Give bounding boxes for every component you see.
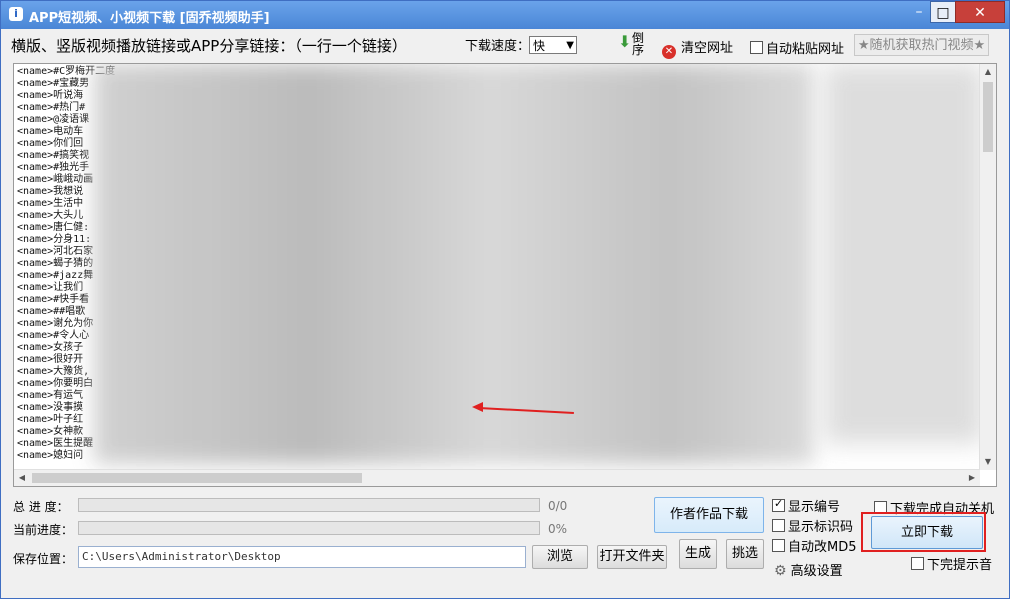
checkbox-box bbox=[772, 497, 785, 512]
annotation-arrow-icon bbox=[472, 402, 483, 412]
total-progress-text: 0/0 bbox=[548, 499, 568, 513]
checkbox-box bbox=[911, 557, 924, 570]
show-number-label: 显示编号 bbox=[788, 500, 841, 515]
clear-urls-button[interactable]: ✕ 清空网址 bbox=[662, 37, 733, 59]
clear-urls-label: 清空网址 bbox=[681, 41, 734, 56]
scroll-left-icon[interactable]: ◀ bbox=[14, 470, 30, 486]
blurred-region bbox=[94, 64, 814, 464]
total-progress-label: 总 进 度： bbox=[13, 500, 69, 514]
checkbox-box bbox=[750, 41, 763, 54]
open-folder-button[interactable]: 打开文件夹 bbox=[597, 545, 667, 569]
speed-select[interactable]: 快 ▼ bbox=[529, 36, 577, 54]
scroll-up-icon[interactable]: ▲ bbox=[980, 64, 996, 80]
app-icon: i bbox=[9, 7, 23, 21]
minimize-button[interactable]: – bbox=[907, 1, 931, 23]
auto-md5-label: 自动改MD5 bbox=[788, 540, 857, 555]
chevron-down-icon: ▼ bbox=[566, 40, 574, 51]
save-path-input[interactable]: C:\Users\Administrator\Desktop bbox=[78, 546, 526, 568]
maximize-button[interactable]: □ bbox=[930, 1, 956, 23]
show-number-checkbox[interactable]: 显示编号 bbox=[772, 496, 840, 515]
close-button[interactable]: ✕ bbox=[955, 1, 1005, 23]
auto-md5-checkbox[interactable]: 自动改MD5 bbox=[772, 536, 857, 555]
blurred-region-right bbox=[824, 64, 984, 444]
checkbox-box bbox=[772, 519, 785, 532]
total-progress-bar bbox=[78, 498, 540, 512]
scroll-right-icon[interactable]: ▶ bbox=[964, 470, 980, 486]
current-progress-text: 0% bbox=[548, 522, 568, 536]
highlight-frame bbox=[861, 512, 986, 552]
links-label: 横版、竖版视频播放链接或APP分享链接：（一行一个链接） bbox=[11, 37, 407, 55]
vertical-scroll-thumb[interactable] bbox=[983, 82, 993, 152]
links-textarea[interactable]: <name>#C罗梅开二度 <name>#宝藏男 <name>听说海 <name>#热… bbox=[13, 63, 997, 487]
window-title: APP短视频、小视频下载 [固乔视频助手] bbox=[29, 11, 270, 26]
auto-paste-label: 自动粘贴网址 bbox=[766, 42, 845, 57]
pick-button[interactable]: 挑选 bbox=[726, 539, 764, 569]
gear-icon: ⚙ bbox=[774, 563, 787, 579]
show-watermark-checkbox[interactable]: 显示标识码 bbox=[772, 516, 853, 535]
speed-value: 快 bbox=[533, 39, 546, 53]
show-watermark-label: 显示标识码 bbox=[788, 520, 854, 535]
generate-button[interactable]: 生成 bbox=[679, 539, 717, 569]
current-progress-bar bbox=[78, 521, 540, 535]
scroll-down-icon[interactable]: ▼ bbox=[980, 454, 996, 470]
browse-button[interactable]: 浏览 bbox=[532, 545, 588, 569]
done-sound-label: 下完提示音 bbox=[927, 558, 993, 573]
app-window: i APP短视频、小视频下载 [固乔视频助手] – □ ✕ 横版、竖版视频播放链… bbox=[0, 0, 1010, 599]
done-sound-checkbox[interactable]: 下完提示音 bbox=[911, 554, 992, 573]
arrow-down-icon: ⬇ bbox=[618, 32, 632, 51]
title-bar: i APP短视频、小视频下载 [固乔视频助手] – □ ✕ bbox=[1, 1, 1009, 29]
advanced-settings-button[interactable]: ⚙ 高级设置 bbox=[774, 560, 843, 579]
reverse-order-label: 倒序 bbox=[632, 31, 645, 57]
close-circle-icon: ✕ bbox=[662, 45, 676, 59]
speed-label: 下载速度： bbox=[465, 39, 531, 54]
save-location-label: 保存位置： bbox=[13, 552, 74, 566]
author-works-download-button[interactable]: 作者作品下载 bbox=[654, 497, 764, 533]
horizontal-scroll-thumb[interactable] bbox=[32, 473, 362, 483]
checkbox-box bbox=[772, 539, 785, 552]
advanced-settings-label: 高级设置 bbox=[790, 564, 843, 579]
auto-paste-checkbox[interactable]: 自动粘贴网址 bbox=[750, 38, 844, 57]
random-hot-video-button[interactable]: ★随机获取热门视频★ bbox=[854, 34, 989, 56]
horizontal-scrollbar[interactable]: ◀ ▶ bbox=[14, 469, 980, 486]
vertical-scrollbar[interactable]: ▲ ▼ bbox=[979, 64, 996, 470]
current-progress-label: 当前进度： bbox=[13, 523, 74, 537]
